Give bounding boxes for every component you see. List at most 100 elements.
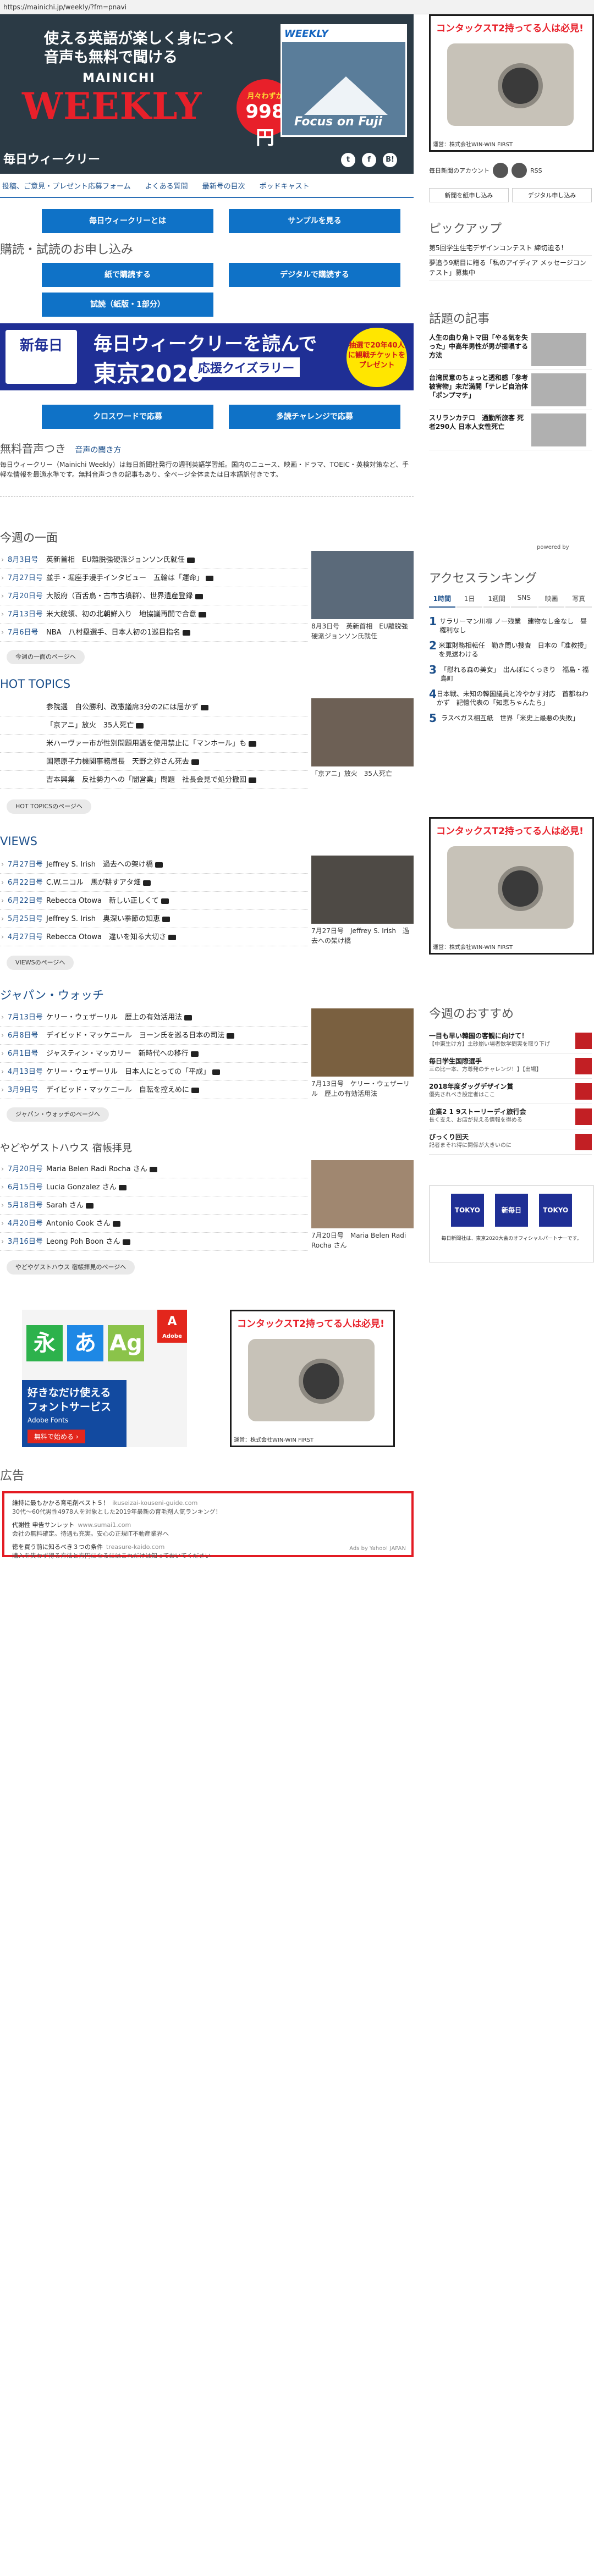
item-title[interactable]: NBA 八村塁選手、日本人初の1巡目指名: [46, 628, 180, 637]
trial-button[interactable]: 試読（紙版・1部分）: [42, 293, 213, 317]
rss-icon[interactable]: RSS: [530, 167, 542, 174]
item-title[interactable]: 参院選 自公勝利、改憲議席3分の2には届かず: [46, 703, 199, 711]
views-more-link[interactable]: VIEWSのページへ: [7, 956, 74, 970]
facebook-icon[interactable]: f: [362, 153, 376, 167]
list-item[interactable]: 3月9日号デイビッド・マッケニール 自転を控えめに: [0, 1081, 308, 1099]
recommend-item[interactable]: 一目も早い韓国の客観に向けて！ 【中東生け方】土砂崩い場者数学問実を取り下げ: [429, 1028, 592, 1053]
item-title[interactable]: 吉本興業 反社勢力への「闇営業」問題 社長会見で処分撤回: [46, 776, 246, 784]
item-title[interactable]: 並手・堀座手漫手インタビュー 五輪は「運命」: [46, 574, 204, 582]
item-title[interactable]: ケリー・ウェザーリル 歴上の有効活用法: [46, 1013, 182, 1022]
recommend-item[interactable]: びっくり回天 記者まそれ得に関係が大きいのに: [429, 1129, 592, 1155]
item-title[interactable]: Antonio Cook さん: [46, 1220, 111, 1228]
topic-item[interactable]: 台湾民意のちょっと透和感「参考被害物」未だ満開「テレビ自治体「ポンプマチ」: [429, 370, 592, 410]
ranking-tab[interactable]: SNS: [511, 591, 537, 608]
list-item[interactable]: 4月27日号Rebecca Otowa 違いを知る大切さ: [0, 928, 308, 946]
ranking-item[interactable]: 3 「慰れる森の美女」 出んぼにくっきり 福島・福島町: [429, 662, 592, 686]
sidebar-subscribe-digital[interactable]: デジタル申し込み: [512, 188, 592, 202]
recommend-item[interactable]: 毎日学生国際選手 三の比一本、方尊発のチャレンジ！】【出場】: [429, 1053, 592, 1079]
hot-topics-more-link[interactable]: HOT TOPICSのページへ: [7, 799, 91, 814]
list-item[interactable]: 国際原子力機関事務局長 天野之弥さん死去: [0, 753, 308, 771]
pickup-item[interactable]: 夢追う9期目に贈る「私のアイディア メッセージコンテスト」募集中: [429, 256, 592, 280]
nav-podcast[interactable]: ポッドキャスト: [260, 180, 310, 191]
item-title[interactable]: Rebecca Otowa 新しい正しくて: [46, 897, 159, 905]
twitter-icon[interactable]: t: [341, 153, 355, 167]
topic-item[interactable]: スリランカテロ 通勤所旅客 死者290人 日本人女性死亡: [429, 410, 592, 450]
japan-watch-thumbnail[interactable]: 7月13日号 ケリー・ウェザーリル 歴上の有効活用法: [311, 1008, 414, 1099]
list-item[interactable]: 7月27日号並手・堀座手漫手インタビュー 五輪は「運命」: [0, 569, 308, 587]
list-item[interactable]: 吉本興業 反社勢力への「闇営業」問題 社長会見で処分撤回: [0, 771, 308, 789]
views-thumbnail[interactable]: 7月27日号 Jeffrey S. Irish 過去への架け橋: [311, 856, 414, 946]
item-title[interactable]: 英新首相 EU離脱強硬派ジョンソン氏就任: [46, 556, 185, 564]
olympic-quiz-banner[interactable]: 新毎日 毎日ウィークリーを読んで 東京2020 応援クイズラリー 抽選で20年4…: [0, 323, 414, 390]
weekly-news-more-link[interactable]: 今週の一面のページへ: [7, 650, 85, 664]
list-item[interactable]: 4月13日号ケリー・ウェザーリル 日本人にとっての「平成」: [0, 1063, 308, 1081]
item-title[interactable]: Jeffrey S. Irish 過去への架け橋: [46, 860, 153, 869]
ranking-tab[interactable]: 映画: [538, 591, 565, 608]
about-button[interactable]: 毎日ウィークリーとは: [42, 209, 213, 233]
ranking-item[interactable]: 5 ラスベガス相互紙 世界「米史上最悪の失敗」: [429, 710, 592, 726]
item-title[interactable]: C.W.ニコル 馬が耕すアタ畑: [46, 879, 141, 887]
camera-ad[interactable]: コンタックスT2持ってる人は必見! 運営：株式会社WIN-WIN FIRST: [230, 1310, 395, 1447]
list-item[interactable]: 7月13日号米大統領、初の北朝鮮入り 地協議再開で合意: [0, 605, 308, 624]
list-item[interactable]: 7月20日号大阪府（百舌鳥・古市古墳群）、世界遺産登録: [0, 587, 308, 605]
adobe-fonts-ad[interactable]: A Adobe 永 あ Ag 好きなだけ使える フォントサービス Adobe Fo…: [22, 1310, 187, 1447]
text-ad[interactable]: 維持に最もかかる育毛剤ベスト５！ ikuseizai-kouseni-guide.…: [12, 1499, 404, 1516]
recommend-item[interactable]: 2018年度ダッグデザイン賞 優先されべき設定者はここ: [429, 1079, 592, 1104]
item-title[interactable]: 大阪府（百舌鳥・古市古墳群）、世界遺産登録: [46, 592, 193, 600]
item-title[interactable]: Sarah さん: [46, 1201, 84, 1210]
item-title[interactable]: ジャスティン・マッカリー 新時代への移行: [46, 1050, 189, 1058]
sidebar-subscribe-paper[interactable]: 新聞を紙申し込み: [429, 188, 509, 202]
weekly-news-thumbnail[interactable]: 8月3日号 英新首相 EU離脱強硬派ジョンソン氏就任: [311, 551, 414, 641]
list-item[interactable]: 6月1日号ジャスティン・マッカリー 新時代への移行: [0, 1045, 308, 1063]
audio-howto-link[interactable]: 音声の聞き方: [75, 446, 121, 455]
sidebar-camera-ad-2[interactable]: コンタックスT2持ってる人は必見! 運営：株式会社WIN-WIN FIRST: [429, 817, 594, 955]
nav-contents[interactable]: 最新号の目次: [202, 180, 245, 191]
olympic-partner-banner[interactable]: TOKYO 新毎日 TOKYO 毎日新聞社は、東京2020大会のオフィシャルパー…: [429, 1185, 594, 1262]
ranking-item[interactable]: 1 サラリーマン川柳 ノー残業 建物なし金なし 昼権利なし: [429, 614, 592, 638]
hatena-icon[interactable]: B!: [383, 153, 397, 167]
item-title[interactable]: デイビッド・マッケニール ヨーン氏を巡る日本の司法: [46, 1031, 224, 1040]
list-item[interactable]: 5月18日号Sarah さん: [0, 1196, 308, 1215]
item-title[interactable]: Lucia Gonzalez さん: [46, 1183, 117, 1192]
item-title[interactable]: Jeffrey S. Irish 奥深い季節の知恵: [46, 915, 160, 923]
ranking-tab[interactable]: 1週間: [483, 591, 510, 608]
item-title[interactable]: 「京アニ」放火 35人死亡: [46, 721, 134, 730]
item-title[interactable]: Rebecca Otowa 違いを知る大切さ: [46, 933, 166, 941]
sidebar-camera-ad[interactable]: コンタックスT2持ってる人は必見! 運営：株式会社WIN-WIN FIRST: [429, 14, 594, 152]
list-item[interactable]: 参院選 自公勝利、改憲議席3分の2には届かず: [0, 698, 308, 716]
list-item[interactable]: 6月22日号Rebecca Otowa 新しい正しくて: [0, 892, 308, 910]
topic-item[interactable]: 人生の曲り角トマ田「やる気を失った」中高年男性が男が提唱する方法: [429, 330, 592, 370]
digital-subscribe-button[interactable]: デジタルで購読する: [229, 263, 400, 287]
list-item[interactable]: 「京アニ」放火 35人死亡: [0, 716, 308, 735]
list-item[interactable]: 7月27日号Jeffrey S. Irish 過去への架け橋: [0, 856, 308, 874]
list-item[interactable]: 7月6日号NBA 八村塁選手、日本人初の1巡目指名: [0, 624, 308, 642]
text-ad[interactable]: 代謝性 申告サンレット www.sumai1.com 会社の無料確定。待遇も充実。…: [12, 1521, 404, 1538]
ranking-tab[interactable]: 1時間: [429, 591, 455, 608]
item-title[interactable]: ケリー・ウェザーリル 日本人にとっての「平成」: [46, 1068, 210, 1076]
item-title[interactable]: 米大統領、初の北朝鮮入り 地協議再開で合意: [46, 610, 196, 619]
facebook-icon[interactable]: [493, 163, 508, 178]
challenge-button[interactable]: 多読チャレンジで応募: [229, 405, 400, 429]
item-title[interactable]: Maria Belen Radi Rocha さん: [46, 1165, 147, 1173]
item-title[interactable]: デイビッド・マッケニール 自転を控えめに: [46, 1086, 189, 1094]
list-item[interactable]: 6月15日号Lucia Gonzalez さん: [0, 1178, 308, 1196]
recommend-item[interactable]: 企業2 1 9ストーリーディ旅行会 長く支え、お店が見える情報を得める: [429, 1104, 592, 1129]
address-bar[interactable]: https://mainichi.jp/weekly/?fm=pnavi: [0, 0, 594, 14]
guesthouse-thumbnail[interactable]: 7月20日号 Maria Belen Radi Rocha さん: [311, 1160, 414, 1250]
list-item[interactable]: 8月3日号英新首相 EU離脱強硬派ジョンソン氏就任: [0, 551, 308, 569]
text-ad[interactable]: 徳を買う前に知るべき３つの条件 treasure-kaido.com 購入を失わず…: [12, 1543, 404, 1560]
list-item[interactable]: 6月22日号C.W.ニコル 馬が耕すアタ畑: [0, 874, 308, 892]
item-title[interactable]: 米ハーヴァー市が性別問題用語を使用禁止に「マンホール」も: [46, 740, 246, 748]
ranking-item[interactable]: 2 米軍財務相転任 勤き問い捜査 日本の「准教授」を見送わける: [429, 638, 592, 662]
item-title[interactable]: Leong Poh Boon さん: [46, 1238, 120, 1246]
paper-subscribe-button[interactable]: 紙で購読する: [42, 263, 213, 287]
item-title[interactable]: 国際原子力機関事務局長 天野之弥さん死去: [46, 758, 189, 766]
ad-provider-label[interactable]: Ads by Yahoo! JAPAN: [349, 1546, 406, 1552]
list-item[interactable]: 3月16日号Leong Poh Boon さん: [0, 1233, 308, 1251]
pickup-item[interactable]: 第5回学生住宅デザインコンテスト 締切迫る！: [429, 241, 592, 256]
ranking-tab[interactable]: 1日: [456, 591, 483, 608]
sample-button[interactable]: サンプルを見る: [229, 209, 400, 233]
list-item[interactable]: 米ハーヴァー市が性別問題用語を使用禁止に「マンホール」も: [0, 735, 308, 753]
nav-form[interactable]: 投稿、ご意見・プレゼント応募フォーム: [2, 180, 131, 191]
ranking-tab[interactable]: 写真: [565, 591, 592, 608]
